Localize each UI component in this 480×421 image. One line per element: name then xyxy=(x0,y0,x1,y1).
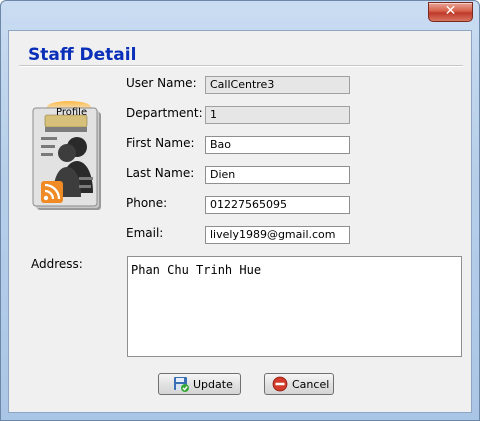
save-icon xyxy=(174,377,189,392)
department-label: Department: xyxy=(126,106,203,120)
page-title: Staff Detail xyxy=(28,45,137,65)
user-name-label: User Name: xyxy=(126,76,197,90)
email-field[interactable]: lively1989@gmail.com xyxy=(205,226,350,244)
cancel-button-label: Cancel xyxy=(292,377,330,391)
update-button[interactable]: Update xyxy=(158,373,241,395)
first-name-field[interactable]: Bao xyxy=(205,136,350,154)
last-name-label: Last Name: xyxy=(126,166,195,180)
address-label: Address: xyxy=(31,257,83,271)
close-button[interactable]: ✕ xyxy=(428,2,473,22)
email-label: Email: xyxy=(126,226,164,240)
last-name-field[interactable]: Dien xyxy=(205,166,350,184)
heading-divider xyxy=(19,65,463,67)
cancel-button[interactable]: Cancel xyxy=(264,373,334,395)
department-field[interactable]: 1 xyxy=(205,106,350,124)
title-bar[interactable]: ✕ xyxy=(1,1,479,29)
profile-card-label: Profile xyxy=(56,107,88,118)
cancel-icon xyxy=(272,376,288,392)
dialog-window: ✕ Staff Detail Profile User Name: CallCe… xyxy=(0,0,480,421)
close-icon: ✕ xyxy=(444,3,457,19)
phone-field[interactable]: 01227565095 xyxy=(205,196,350,214)
phone-label: Phone: xyxy=(126,196,168,210)
update-button-label: Update xyxy=(193,377,233,391)
user-name-field[interactable]: CallCentre3 xyxy=(205,76,350,94)
first-name-label: First Name: xyxy=(126,136,195,150)
address-textarea[interactable]: Phan Chu Trinh Hue xyxy=(127,256,462,357)
staff-detail-panel: Staff Detail Profile User Name: CallCent… xyxy=(8,30,472,413)
